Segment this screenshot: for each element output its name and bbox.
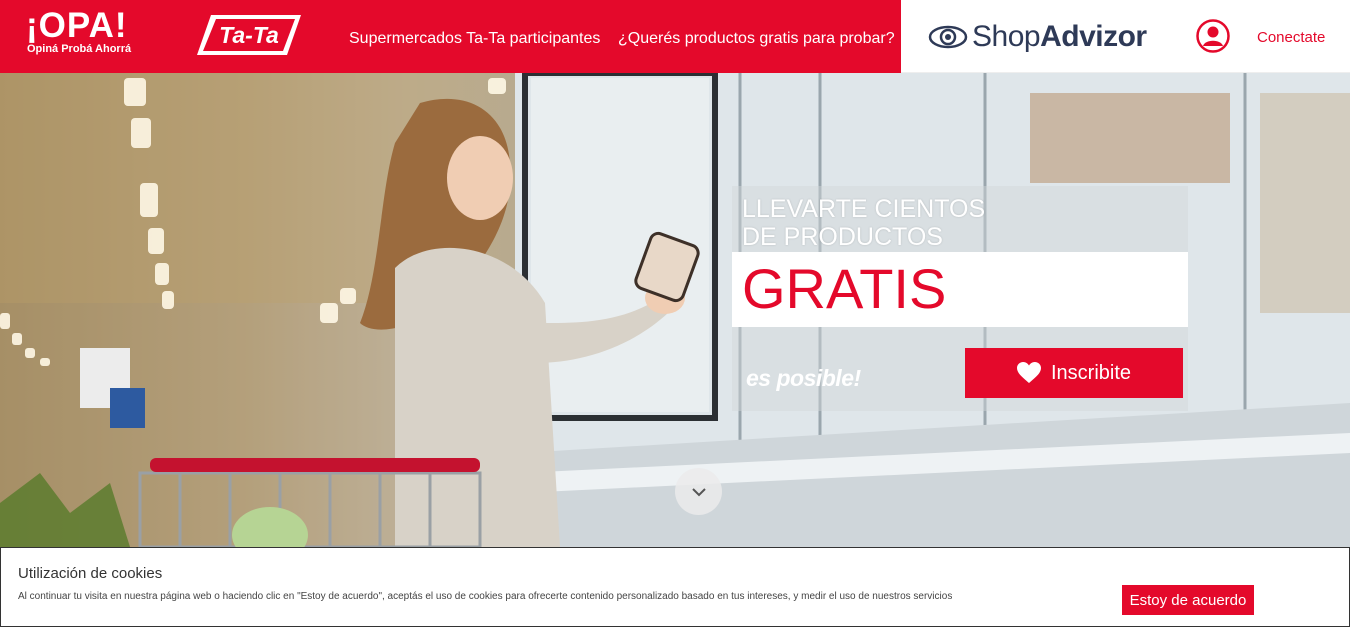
inscribite-label: Inscribite [1050,361,1132,384]
promo-line-2: DE PRODUCTOS [742,223,943,251]
shopadvizor-text-advizor: Advizor [1040,20,1147,53]
tata-logo-text: Ta-Ta [219,22,279,48]
gratis-text: GRATIS [742,257,947,320]
accept-cookies-button[interactable]: Estoy de acuerdo [1122,585,1254,615]
header-red-section: ¡OPA! Opiná Probá Ahorrá Ta-Ta Supermerc… [0,0,901,73]
gratis-box: GRATIS [732,252,1188,327]
heart-icon [1016,362,1041,383]
scroll-down-button[interactable] [675,468,722,515]
hero-banner: LLEVARTE CIENTOS DE PRODUCTOS GRATIS es … [0,73,1350,547]
top-header: ¡OPA! Opiná Probá Ahorrá Ta-Ta Supermerc… [0,0,1350,73]
opa-logo[interactable]: ¡OPA! Opiná Probá Ahorrá [26,6,132,56]
chevron-down-icon [691,487,706,496]
nav-link-productos-gratis[interactable]: ¿Querés productos gratis para probar? [618,30,895,48]
nav-link-supermercados[interactable]: Supermercados Ta-Ta participantes [349,30,600,48]
es-posible-text: es posible! [746,365,861,391]
user-icon[interactable] [1196,19,1230,53]
shopadvizor-eye-icon [928,25,968,49]
shopadvizor-logo[interactable]: ShopAdvizor [928,17,1147,57]
cookie-title: Utilización de cookies [18,565,163,582]
cookie-banner: Utilización de cookies Al continuar tu v… [0,547,1350,627]
inscribite-button[interactable]: Inscribite [965,348,1183,398]
opa-tagline: Opiná Probá Ahorrá [27,43,132,55]
promo-line-1: LLEVARTE CIENTOS [742,195,986,223]
cookie-text: Al continuar tu visita en nuestra página… [18,591,953,602]
login-link[interactable]: Conectate [1257,29,1325,46]
tata-logo[interactable]: Ta-Ta [197,12,301,58]
shopadvizor-text-shop: Shop [972,20,1041,53]
opa-logo-text: ¡OPA! [26,6,128,45]
